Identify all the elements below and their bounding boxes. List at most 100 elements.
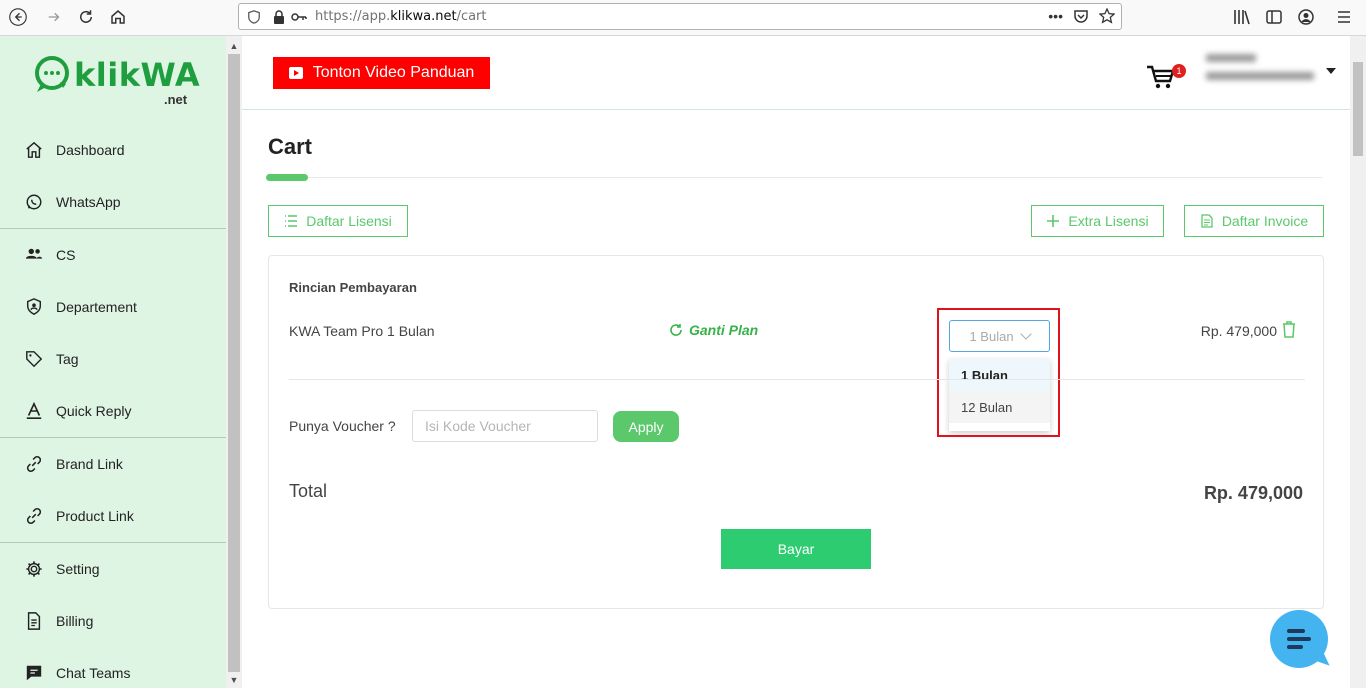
- sidebar-item-label: Tag: [56, 351, 79, 367]
- video-guide-button[interactable]: Tonton Video Panduan: [273, 57, 490, 89]
- url-domain: klikwa.net: [390, 9, 457, 24]
- total-label: Total: [289, 481, 328, 501]
- annotation-highlight-box: [937, 308, 1060, 437]
- logo[interactable]: klikWA .net: [34, 56, 201, 107]
- page-actions-button[interactable]: •••: [1048, 8, 1063, 24]
- sidebar-item-departement[interactable]: Departement: [0, 281, 226, 333]
- main-content: Tonton Video Panduan 1 Cart Daftar Lisen…: [242, 36, 1350, 688]
- total-value: Rp. 479,000: [1203, 483, 1303, 503]
- logo-domain: .net: [164, 92, 188, 107]
- sidebar-item-billing[interactable]: Billing: [0, 595, 226, 647]
- sidebar-toggle-button[interactable]: [1262, 6, 1286, 28]
- url-bar[interactable]: https://app.klikwa.net/cart •••: [238, 3, 1122, 30]
- scroll-up-arrow-icon[interactable]: ▲: [226, 38, 242, 54]
- sidebar-item-whatsapp[interactable]: WhatsApp: [0, 176, 226, 228]
- title-divider: [266, 177, 1322, 178]
- sidebar-item-dashboard[interactable]: Dashboard: [0, 124, 226, 176]
- url-text[interactable]: https://app.klikwa.net/cart: [315, 9, 487, 24]
- page-scrollbar[interactable]: [1350, 36, 1366, 688]
- shield-icon: [24, 297, 44, 317]
- forward-button[interactable]: [40, 4, 68, 30]
- extra-lisensi-button[interactable]: Extra Lisensi: [1031, 205, 1164, 237]
- sidebar-item-label: Dashboard: [56, 142, 125, 158]
- daftar-lisensi-label: Daftar Lisensi: [306, 213, 392, 229]
- url-prefix: https://app.: [315, 9, 391, 24]
- sidebar-item-label: WhatsApp: [56, 194, 121, 210]
- caret-down-icon[interactable]: [1326, 68, 1336, 74]
- link-icon: [24, 506, 44, 526]
- pay-button[interactable]: Bayar: [721, 529, 871, 569]
- back-arrow-icon: [9, 8, 27, 26]
- chat-icon: [24, 663, 44, 683]
- logo-text: klikWA: [74, 56, 201, 94]
- forward-arrow-icon: [48, 12, 60, 22]
- page-title: Cart: [268, 134, 313, 159]
- scroll-down-arrow-icon[interactable]: ▼: [226, 672, 242, 688]
- account-button[interactable]: [1294, 6, 1318, 28]
- sidebar: klikWA .net Dashboard WhatsApp CS Depart…: [0, 36, 226, 688]
- sidebar-item-label: Setting: [56, 561, 100, 577]
- whatsapp-icon: [24, 192, 44, 212]
- card-divider: [289, 379, 1305, 380]
- key-icon[interactable]: [291, 11, 307, 23]
- sidebar-item-quick-reply[interactable]: Quick Reply: [0, 385, 226, 437]
- invoice-icon: [1200, 214, 1214, 228]
- daftar-invoice-label: Daftar Invoice: [1221, 213, 1309, 229]
- sidebar-item-chat-teams[interactable]: Chat Teams: [0, 647, 226, 688]
- browser-toolbar: https://app.klikwa.net/cart •••: [0, 0, 1366, 36]
- voucher-input[interactable]: [412, 410, 598, 442]
- sidebar-item-product-link[interactable]: Product Link: [0, 490, 226, 542]
- daftar-lisensi-button[interactable]: Daftar Lisensi: [268, 205, 408, 237]
- hamburger-icon: [1338, 11, 1350, 23]
- tracking-shield-icon[interactable]: [247, 9, 261, 24]
- extra-lisensi-label: Extra Lisensi: [1068, 213, 1149, 229]
- user-info-blurred[interactable]: [1206, 54, 1316, 94]
- product-name: KWA Team Pro 1 Bulan: [289, 323, 435, 339]
- pocket-icon[interactable]: [1073, 8, 1089, 24]
- back-button[interactable]: [4, 4, 32, 30]
- library-icon: [1234, 10, 1250, 25]
- url-actions: •••: [1048, 8, 1115, 24]
- video-guide-label: Tonton Video Panduan: [312, 64, 475, 81]
- change-plan-label: Ganti Plan: [689, 322, 759, 338]
- users-icon: [24, 245, 44, 265]
- library-button[interactable]: [1230, 6, 1254, 28]
- url-path: /cart: [456, 9, 487, 24]
- youtube-play-icon: [288, 67, 303, 79]
- chat-lines-icon: [1287, 629, 1311, 649]
- home-button[interactable]: [104, 4, 132, 30]
- voucher-label: Punya Voucher ?: [289, 418, 396, 434]
- sidebar-scroll-thumb[interactable]: [228, 54, 240, 672]
- reload-button[interactable]: [72, 4, 100, 30]
- sidebar-item-label: Quick Reply: [56, 403, 132, 419]
- cart-count-badge: 1: [1172, 64, 1186, 78]
- title-accent-bar: [266, 174, 308, 181]
- refresh-icon: [670, 324, 682, 336]
- sidebar-item-setting[interactable]: Setting: [0, 543, 226, 595]
- live-chat-button[interactable]: [1270, 610, 1328, 668]
- sidebar-item-cs[interactable]: CS: [0, 229, 226, 281]
- apply-voucher-button[interactable]: Apply: [613, 411, 679, 442]
- top-header: Tonton Video Panduan 1: [242, 36, 1350, 110]
- list-icon: [284, 214, 298, 228]
- menu-button[interactable]: [1332, 6, 1356, 28]
- lock-icon[interactable]: [273, 9, 285, 24]
- cart-icon[interactable]: [1146, 62, 1176, 92]
- sidebar-item-tag[interactable]: Tag: [0, 333, 226, 385]
- payment-section-title: Rincian Pembayaran: [289, 280, 417, 295]
- sidebar-scrollbar[interactable]: ▲ ▼: [226, 36, 242, 688]
- change-plan-link[interactable]: Ganti Plan: [669, 322, 758, 338]
- daftar-invoice-button[interactable]: Daftar Invoice: [1184, 205, 1324, 237]
- bookmark-star-icon[interactable]: [1099, 8, 1115, 24]
- sidebar-icon: [1266, 10, 1282, 24]
- page-scroll-thumb[interactable]: [1353, 62, 1363, 156]
- chat-logo-icon: [35, 56, 69, 92]
- sidebar-item-label: Billing: [56, 613, 94, 629]
- trash-icon[interactable]: [1281, 320, 1297, 338]
- link-icon: [24, 454, 44, 474]
- home-icon: [24, 140, 44, 160]
- sidebar-item-brand-link[interactable]: Brand Link: [0, 438, 226, 490]
- payment-card: Rincian Pembayaran KWA Team Pro 1 Bulan …: [268, 255, 1324, 609]
- home-icon: [111, 10, 125, 24]
- reload-icon: [80, 10, 92, 23]
